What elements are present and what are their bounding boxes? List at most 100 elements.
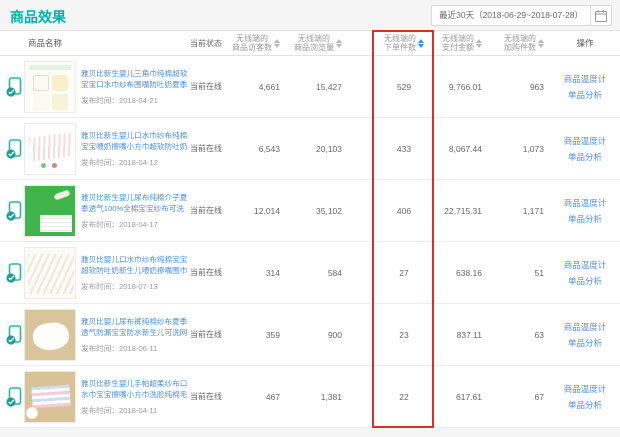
page-header: 商品效果 最近30天（2018-06-29~2018-07-28） bbox=[0, 0, 620, 30]
visitors-cell: 6,543 bbox=[224, 118, 286, 179]
product-title-link[interactable]: 雅贝比新生婴儿口水巾纱布纯棉宝宝喂奶擦嘴小方巾超软防吐奶 bbox=[81, 130, 188, 152]
product-cell: 雅贝比新生婴儿三角巾纯棉超软宝宝口水巾纱布围嘴防吐奶夏季 发布时间：2018-0… bbox=[0, 56, 188, 117]
cart-cell: 1,073 bbox=[500, 118, 550, 179]
product-cell: 雅贝比新生婴儿尿布纯棉介子夏季透气100%全棉宝宝纱布可洗 发布时间：2018-… bbox=[0, 180, 188, 241]
product-title-link[interactable]: 雅贝比新生婴儿三角巾纯棉超软宝宝口水巾纱布围嘴防吐奶夏季 bbox=[81, 68, 188, 90]
product-thermometer-link[interactable]: 商品温度计 bbox=[564, 71, 607, 87]
product-thumbnail[interactable] bbox=[24, 247, 76, 299]
product-text-block: 雅贝比婴儿口水巾纱布纯棉宝宝超软防吐奶新生儿喂奶擦嘴围巾 发布时间：2018-0… bbox=[81, 254, 188, 292]
visitors-cell: 467 bbox=[224, 366, 286, 427]
col-header-payment[interactable]: 无线端的支付金额 bbox=[436, 31, 500, 55]
single-item-analysis-link[interactable]: 单品分析 bbox=[568, 211, 602, 227]
views-cell: 35,102 bbox=[286, 180, 346, 241]
col-header-orders[interactable]: 无线端的下单件数 bbox=[346, 31, 436, 55]
actions-cell: 商品温度计 单品分析 bbox=[550, 180, 620, 241]
single-item-analysis-link[interactable]: 单品分析 bbox=[568, 273, 602, 289]
payment-label: 支付金额 bbox=[442, 43, 474, 53]
sort-arrows-icon[interactable] bbox=[476, 39, 482, 48]
single-item-analysis-link[interactable]: 单品分析 bbox=[568, 87, 602, 103]
product-effect-table: 商品名称 当前状态 无线端的商品访客数 无线端的商品浏览量 无线端的下单件数 无… bbox=[0, 30, 620, 428]
table-row: 雅贝比新生婴儿手帕超柔纱布口水巾宝宝擦嘴小方巾洗脸纯棉毛 发布时间：2018-0… bbox=[0, 366, 620, 428]
col-header-actions: 操作 bbox=[550, 31, 620, 55]
mobile-check-icon bbox=[6, 201, 22, 221]
date-range-label[interactable]: 最近30天（2018-06-29~2018-07-28） bbox=[432, 6, 591, 25]
publish-date-value: 2018-07-13 bbox=[119, 282, 158, 291]
product-title-link[interactable]: 雅贝比新生婴儿手帕超柔纱布口水巾宝宝擦嘴小方巾洗脸纯棉毛 bbox=[81, 378, 188, 400]
publish-date-value: 2018-04-12 bbox=[119, 158, 158, 167]
orders-cell: 22 bbox=[346, 366, 436, 427]
single-item-analysis-link[interactable]: 单品分析 bbox=[568, 149, 602, 165]
col-header-cart[interactable]: 无线端的加购件数 bbox=[500, 31, 550, 55]
product-thumbnail[interactable] bbox=[24, 371, 76, 423]
table-row: 雅贝比新生婴儿三角巾纯棉超软宝宝口水巾纱布围嘴防吐奶夏季 发布时间：2018-0… bbox=[0, 56, 620, 118]
payment-cell: 8,067.44 bbox=[436, 118, 500, 179]
publish-date: 发布时间：2018-04-12 bbox=[81, 157, 188, 168]
payment-cell: 22,715.31 bbox=[436, 180, 500, 241]
publish-date-value: 2018-06-11 bbox=[119, 344, 157, 353]
publish-date-value: 2018-04-21 bbox=[119, 96, 158, 105]
publish-date-value: 2018-04-11 bbox=[119, 406, 157, 415]
views-label: 商品浏览量 bbox=[294, 43, 334, 53]
orders-cell: 529 bbox=[346, 56, 436, 117]
product-cell: 雅贝比新生婴儿口水巾纱布纯棉宝宝喂奶擦嘴小方巾超软防吐奶 发布时间：2018-0… bbox=[0, 118, 188, 179]
wireless-prefix-label: 无线端的 bbox=[442, 34, 474, 44]
wireless-prefix-label: 无线端的 bbox=[504, 34, 536, 44]
wireless-prefix-label: 无线端的 bbox=[384, 34, 416, 44]
payment-cell: 9,766.01 bbox=[436, 56, 500, 117]
table-row: 雅贝比婴儿尿布裤纯棉纱布夏季透气防漏宝宝防水新生儿可洗网 发布时间：2018-0… bbox=[0, 304, 620, 366]
calendar-icon[interactable] bbox=[591, 6, 611, 25]
views-cell: 20,103 bbox=[286, 118, 346, 179]
single-item-analysis-link[interactable]: 单品分析 bbox=[568, 397, 602, 413]
actions-cell: 商品温度计 单品分析 bbox=[550, 118, 620, 179]
table-row: 雅贝比新生婴儿口水巾纱布纯棉宝宝喂奶擦嘴小方巾超软防吐奶 发布时间：2018-0… bbox=[0, 118, 620, 180]
product-thermometer-link[interactable]: 商品温度计 bbox=[564, 257, 607, 273]
product-thumbnail[interactable] bbox=[24, 185, 76, 237]
single-item-analysis-link[interactable]: 单品分析 bbox=[568, 335, 602, 351]
mobile-check-icon bbox=[6, 139, 22, 159]
sort-arrows-icon[interactable] bbox=[538, 39, 544, 48]
product-thermometer-link[interactable]: 商品温度计 bbox=[564, 133, 607, 149]
product-cell: 雅贝比新生婴儿手帕超柔纱布口水巾宝宝擦嘴小方巾洗脸纯棉毛 发布时间：2018-0… bbox=[0, 366, 188, 427]
col-header-product: 商品名称 bbox=[0, 31, 188, 55]
product-title-link[interactable]: 雅贝比婴儿尿布裤纯棉纱布夏季透气防漏宝宝防水新生儿可洗网 bbox=[81, 316, 188, 338]
product-text-block: 雅贝比新生婴儿尿布纯棉介子夏季透气100%全棉宝宝纱布可洗 发布时间：2018-… bbox=[81, 192, 188, 230]
orders-label: 下单件数 bbox=[384, 43, 416, 53]
product-cell: 雅贝比婴儿尿布裤纯棉纱布夏季透气防漏宝宝防水新生儿可洗网 发布时间：2018-0… bbox=[0, 304, 188, 365]
actions-cell: 商品温度计 单品分析 bbox=[550, 242, 620, 303]
sort-arrows-icon-active[interactable] bbox=[418, 39, 424, 48]
product-thermometer-link[interactable]: 商品温度计 bbox=[564, 195, 607, 211]
product-title-link[interactable]: 雅贝比婴儿口水巾纱布纯棉宝宝超软防吐奶新生儿喂奶擦嘴围巾 bbox=[81, 254, 188, 276]
product-thermometer-link[interactable]: 商品温度计 bbox=[564, 381, 607, 397]
publish-date-label: 发布时间： bbox=[81, 220, 119, 229]
publish-date: 发布时间：2018-04-17 bbox=[81, 219, 188, 230]
publish-date-value: 2018-04-17 bbox=[119, 220, 158, 229]
payment-cell: 638.16 bbox=[436, 242, 500, 303]
wireless-prefix-label: 无线端的 bbox=[294, 34, 334, 44]
cart-label: 加购件数 bbox=[504, 43, 536, 53]
date-range-picker[interactable]: 最近30天（2018-06-29~2018-07-28） bbox=[431, 5, 612, 26]
actions-cell: 商品温度计 单品分析 bbox=[550, 56, 620, 117]
sort-arrows-icon[interactable] bbox=[336, 39, 342, 48]
visitors-label: 商品访客数 bbox=[232, 43, 272, 53]
views-cell: 15,427 bbox=[286, 56, 346, 117]
col-header-visitors[interactable]: 无线端的商品访客数 bbox=[224, 31, 286, 55]
product-thumbnail[interactable] bbox=[24, 123, 76, 175]
visitors-cell: 359 bbox=[224, 304, 286, 365]
sort-arrows-icon[interactable] bbox=[274, 39, 280, 48]
cart-cell: 63 bbox=[500, 304, 550, 365]
publish-date-label: 发布时间： bbox=[81, 158, 119, 167]
publish-date: 发布时间：2018-04-21 bbox=[81, 95, 188, 106]
product-title-link[interactable]: 雅贝比新生婴儿尿布纯棉介子夏季透气100%全棉宝宝纱布可洗 bbox=[81, 192, 188, 214]
actions-cell: 商品温度计 单品分析 bbox=[550, 366, 620, 427]
orders-cell: 23 bbox=[346, 304, 436, 365]
col-header-views[interactable]: 无线端的商品浏览量 bbox=[286, 31, 346, 55]
mobile-check-icon bbox=[6, 387, 22, 407]
views-cell: 900 bbox=[286, 304, 346, 365]
product-thumbnail[interactable] bbox=[24, 309, 76, 361]
col-header-status: 当前状态 bbox=[188, 31, 224, 55]
product-thumbnail[interactable] bbox=[24, 61, 76, 113]
product-text-block: 雅贝比新生婴儿口水巾纱布纯棉宝宝喂奶擦嘴小方巾超软防吐奶 发布时间：2018-0… bbox=[81, 130, 188, 168]
status-cell: 当前在线 bbox=[188, 242, 224, 303]
product-thermometer-link[interactable]: 商品温度计 bbox=[564, 319, 607, 335]
payment-cell: 617.61 bbox=[436, 366, 500, 427]
